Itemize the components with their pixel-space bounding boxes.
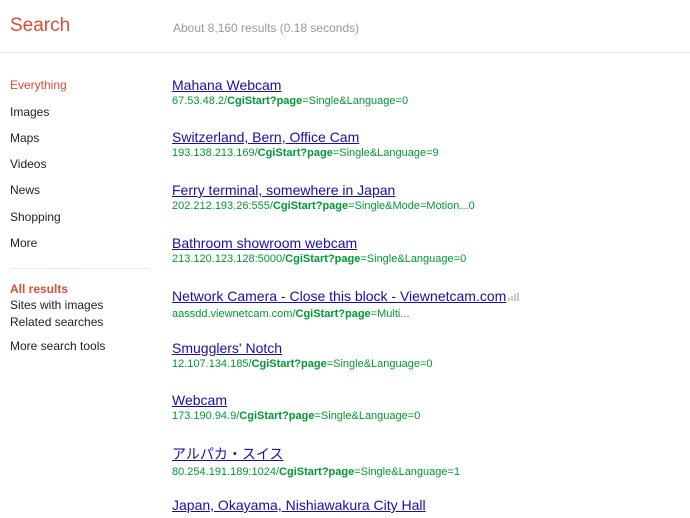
sidebar-item-images[interactable]: Images xyxy=(10,105,49,119)
result-url: 80.254.191.189:1024/CgiStart?page=Single… xyxy=(172,466,461,478)
result-item: Japan, Okayama, Nishiawakura City Hall xyxy=(172,497,682,513)
result-url: 202.212.193.26:555/CgiStart?page=Single&… xyxy=(172,200,475,212)
result-url: 193.138.213.169/CgiStart?page=Single&Lan… xyxy=(172,147,439,159)
sidebar-divider xyxy=(10,268,150,269)
result-item: Ferry terminal, somewhere in Japan 202.2… xyxy=(172,182,682,212)
result-title-link[interactable]: Mahana Webcam xyxy=(172,77,682,93)
result-url: 67.53.48.2/CgiStart?page=Single&Language… xyxy=(172,95,409,107)
result-title-link[interactable]: Switzerland, Bern, Office Cam xyxy=(172,129,682,145)
filter-sites-with-images[interactable]: Sites with images xyxy=(10,298,103,312)
result-stats: About 8,160 results (0.18 seconds) xyxy=(173,21,360,35)
result-title-link[interactable]: Bathroom showroom webcam xyxy=(172,235,682,251)
result-item: アルパカ・スイス 80.254.191.189:1024/CgiStart?pa… xyxy=(172,444,682,478)
sidebar-item-maps[interactable]: Maps xyxy=(10,131,39,145)
more-search-tools[interactable]: More search tools xyxy=(10,339,105,353)
search-label[interactable]: Search xyxy=(10,15,70,37)
result-item: Network Camera - Close this block - View… xyxy=(172,288,682,320)
result-title-link[interactable]: Webcam xyxy=(172,392,682,408)
result-url: 213.120.123.128:5000/CgiStart?page=Singl… xyxy=(172,253,467,265)
result-title-link[interactable]: アルパカ・スイス xyxy=(172,444,682,464)
result-item: Switzerland, Bern, Office Cam 193.138.21… xyxy=(172,129,682,159)
result-url: 12.107.134.185/CgiStart?page=Single&Lang… xyxy=(172,358,433,370)
result-url: 173.190.94.9/CgiStart?page=Single&Langua… xyxy=(172,410,421,422)
result-item: Smugglers' Notch 12.107.134.185/CgiStart… xyxy=(172,340,682,370)
top-bar: Search About 8,160 results (0.18 seconds… xyxy=(0,0,690,53)
filter-all-results[interactable]: All results xyxy=(10,282,68,296)
result-title-link[interactable]: Ferry terminal, somewhere in Japan xyxy=(172,182,682,198)
filter-related-searches[interactable]: Related searches xyxy=(10,315,103,329)
result-item: Webcam 173.190.94.9/CgiStart?page=Single… xyxy=(172,392,682,422)
result-item: Bathroom showroom webcam 213.120.123.128… xyxy=(172,235,682,265)
sidebar-item-everything[interactable]: Everything xyxy=(10,78,67,92)
result-title-link[interactable]: Smugglers' Notch xyxy=(172,340,682,356)
sidebar-item-news[interactable]: News xyxy=(10,183,40,197)
sidebar-item-more[interactable]: More xyxy=(10,236,37,250)
result-url: aassdd.viewnetcam.com/CgiStart?page=Mult… xyxy=(172,308,410,320)
result-title-link[interactable]: Japan, Okayama, Nishiawakura City Hall xyxy=(172,497,682,513)
sidebar-item-videos[interactable]: Videos xyxy=(10,157,46,171)
signal-bars-icon xyxy=(508,293,520,301)
result-title-link[interactable]: Network Camera - Close this block - View… xyxy=(172,288,506,304)
result-item: Mahana Webcam 67.53.48.2/CgiStart?page=S… xyxy=(172,77,682,107)
sidebar-item-shopping[interactable]: Shopping xyxy=(10,210,61,224)
